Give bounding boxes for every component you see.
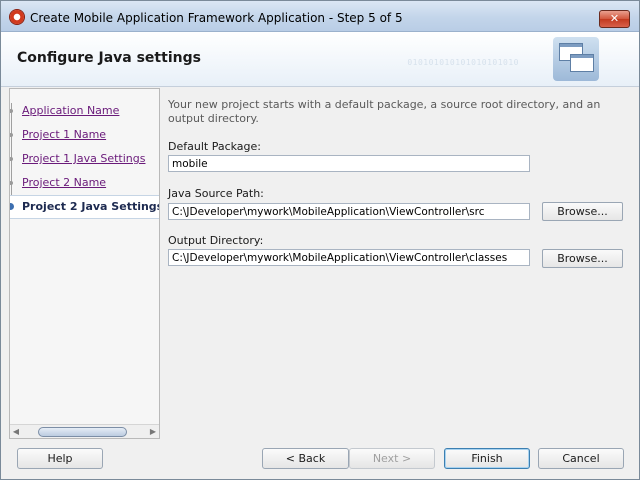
output-directory-label: Output Directory: <box>168 234 264 247</box>
close-button[interactable]: ✕ <box>599 10 630 28</box>
output-directory-input[interactable] <box>168 249 530 266</box>
finish-button[interactable]: Finish <box>444 448 530 469</box>
wizard-header: Configure Java settings 0101010101010101… <box>1 32 639 87</box>
close-icon: ✕ <box>609 12 620 25</box>
nav-horizontal-scrollbar[interactable]: ◀ ▶ <box>10 424 159 438</box>
step-dot-icon <box>10 133 13 137</box>
output-directory-browse-button[interactable]: Browse... <box>542 249 623 268</box>
default-package-label: Default Package: <box>168 140 261 153</box>
nav-item-project-2-name[interactable]: Project 2 Name <box>22 176 106 189</box>
java-source-path-label: Java Source Path: <box>168 187 264 200</box>
wizard-steps-nav: Application Name Project 1 Name Project … <box>9 88 160 439</box>
wizard-windows-icon <box>553 37 599 81</box>
java-source-browse-button[interactable]: Browse... <box>542 202 623 221</box>
scroll-left-icon[interactable]: ◀ <box>10 425 22 438</box>
step-dot-icon <box>10 181 13 185</box>
cancel-button[interactable]: Cancel <box>538 448 624 469</box>
nav-item-project-2-java-settings[interactable]: Project 2 Java Settings <box>10 195 159 219</box>
help-button[interactable]: Help <box>17 448 103 469</box>
nav-item-project-1-name[interactable]: Project 1 Name <box>22 128 106 141</box>
step-dot-icon <box>10 109 13 113</box>
scroll-right-icon[interactable]: ▶ <box>147 425 159 438</box>
intro-text: Your new project starts with a default p… <box>168 98 601 125</box>
current-step-icon <box>10 203 14 210</box>
scroll-thumb[interactable] <box>38 427 127 437</box>
next-button[interactable]: Next > <box>349 448 435 469</box>
window-title: Create Mobile Application Framework Appl… <box>30 11 403 25</box>
step-dot-icon <box>10 157 13 161</box>
wizard-window: Create Mobile Application Framework Appl… <box>0 0 640 480</box>
header-decoration: 010101010101010101010 <box>407 58 519 67</box>
nav-item-project-1-java-settings[interactable]: Project 1 Java Settings <box>22 152 145 165</box>
page-title: Configure Java settings <box>17 50 201 66</box>
main-content: Your new project starts with a default p… <box>159 88 633 437</box>
app-icon <box>10 10 24 24</box>
nav-item-application-name[interactable]: Application Name <box>22 104 119 117</box>
steps-connector-line <box>11 103 12 207</box>
window-graphic-front <box>570 54 594 72</box>
java-source-path-input[interactable] <box>168 203 530 220</box>
title-bar[interactable]: Create Mobile Application Framework Appl… <box>1 1 639 32</box>
default-package-input[interactable] <box>168 155 530 172</box>
nav-active-label: Project 2 Java Settings <box>22 200 160 213</box>
back-button[interactable]: < Back <box>262 448 349 469</box>
